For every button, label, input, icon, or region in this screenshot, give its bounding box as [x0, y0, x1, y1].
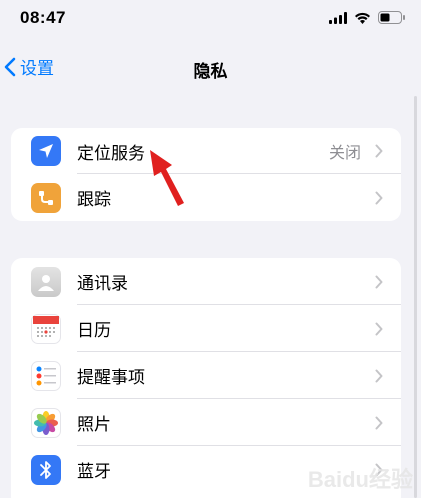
tracking-icon: [31, 182, 61, 213]
battery-icon: [378, 11, 405, 24]
photos-icon: [31, 407, 61, 438]
row-label: 定位服务: [77, 143, 145, 164]
annotation-arrow-icon: [150, 150, 184, 206]
navigation-bar: 设置 隐私: [0, 40, 421, 96]
watermark: Baidu经验: [307, 467, 413, 492]
calendar-icon: [31, 313, 61, 344]
status-time: 08:47: [20, 8, 66, 27]
status-icons: [329, 11, 405, 24]
cellular-signal-icon: [329, 11, 347, 24]
settings-group-location: 定位服务 关闭 跟踪: [11, 128, 401, 221]
chevron-right-icon: [375, 275, 383, 288]
row-reminders[interactable]: 提醒事项: [11, 352, 401, 399]
row-photos[interactable]: 照片: [11, 399, 401, 446]
row-tracking[interactable]: 跟踪: [11, 174, 401, 221]
row-location-services[interactable]: 定位服务 关闭: [11, 128, 401, 174]
chevron-right-icon: [375, 322, 383, 335]
chevron-right-icon: [375, 191, 383, 204]
wifi-icon: [355, 12, 370, 24]
chevron-right-icon: [375, 144, 383, 158]
row-label: 跟踪: [77, 190, 111, 210]
scrollbar[interactable]: [414, 96, 417, 498]
row-label: 通讯录: [77, 274, 128, 294]
row-label: 提醒事项: [77, 368, 145, 388]
row-label: 日历: [77, 321, 111, 341]
reminders-icon: [31, 360, 61, 391]
page-title: 隐私: [193, 62, 228, 82]
row-contacts[interactable]: 通讯录: [11, 258, 401, 305]
chevron-right-icon: [375, 416, 383, 429]
row-value: 关闭: [328, 143, 361, 162]
location-arrow-icon: [31, 136, 61, 166]
row-calendar[interactable]: 日历: [11, 305, 401, 352]
contacts-icon: [31, 266, 61, 297]
status-bar: 08:47: [0, 0, 421, 40]
row-label: 照片: [77, 415, 111, 435]
bluetooth-icon: [31, 454, 61, 485]
chevron-right-icon: [375, 369, 383, 382]
row-label: 蓝牙: [77, 462, 111, 482]
